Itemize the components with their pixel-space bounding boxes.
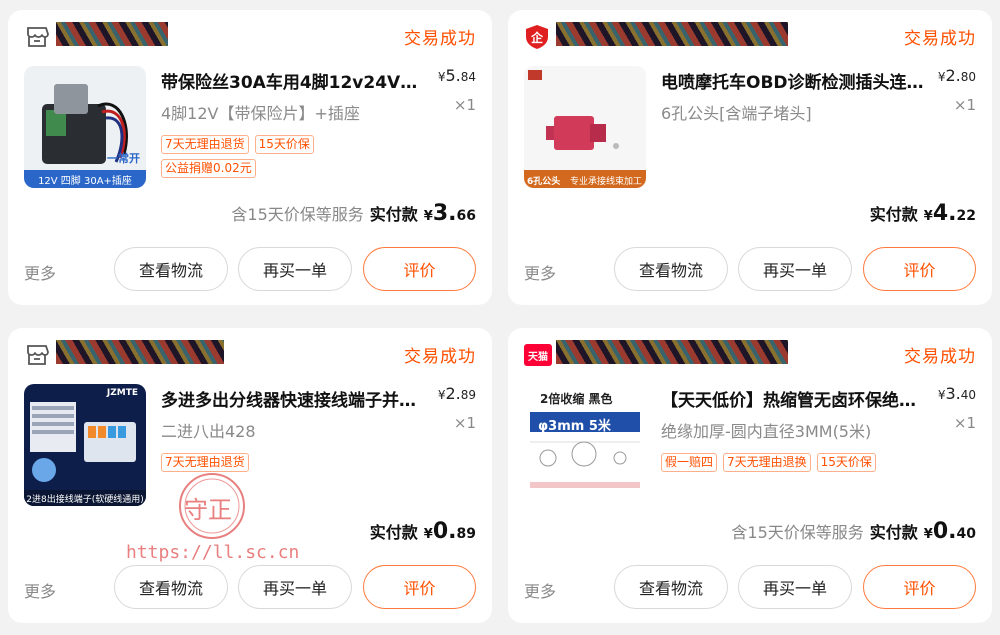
quantity: ×1 <box>453 96 476 114</box>
product-spec: 二进八出428 <box>161 422 256 441</box>
unit-price: ¥2.80 <box>937 66 976 85</box>
paid-label: 实付款 <box>369 523 418 542</box>
view-logistics-button[interactable]: 查看物流 <box>614 247 728 291</box>
order-status: 交易成功 <box>904 347 976 367</box>
product-thumbnail[interactable]: 6孔公头 专业承接线束加工 <box>524 66 646 188</box>
product-title[interactable]: 带保险丝30A车用4脚12v24V汽车继电器 <box>161 68 427 93</box>
more-button[interactable]: 更多 <box>24 578 56 602</box>
thumb-caption: 专业承接线束加工 <box>570 177 643 187</box>
order-card[interactable]: 企 交易成功 6孔公头 专业承接线束加工 电喷摩托车OBD诊断检测插头连接器 ¥… <box>508 10 992 305</box>
thumb-tag: φ3mm 5米 <box>538 419 611 434</box>
unit-price: ¥3.40 <box>937 384 976 403</box>
paid-amount: ¥3.66 <box>423 201 476 226</box>
thumb-caption: 2进8出接线端子(软硬线通用) <box>26 495 144 505</box>
product-title[interactable]: 【天天低价】热缩管无卤环保绝缘套管 <box>661 386 927 411</box>
total-row: 含15天价保等服务 实付款 ¥0.40 <box>731 519 976 544</box>
order-status: 交易成功 <box>404 347 476 367</box>
total-row: 实付款 ¥0.89 <box>370 519 476 544</box>
product-spec: 绝缘加厚-圆内直径3MM(5米) <box>661 422 872 441</box>
product-spec: 6孔公头[含端子堵头] <box>661 104 812 123</box>
service-tag: 公益捐赠0.02元 <box>161 159 256 178</box>
quantity: ×1 <box>953 414 976 432</box>
thumb-tag: JZMTE <box>106 388 138 398</box>
tmall-icon[interactable]: 天猫 <box>524 342 552 368</box>
service-note: 含15天价保等服务 <box>231 205 364 224</box>
order-card[interactable]: 交易成功 JZMTE 2进8出接线端子(软硬线通用) 多进多出分线器快速接线端子… <box>8 328 492 623</box>
order-status: 交易成功 <box>404 29 476 49</box>
paid-label: 实付款 <box>869 523 918 542</box>
order-card[interactable]: 交易成功 一常开 12V 四脚 30A+插座 带保险丝30A车用4脚12v24V… <box>8 10 492 305</box>
service-tag: 7天无理由退货 <box>161 135 249 154</box>
review-button[interactable]: 评价 <box>863 247 976 291</box>
paid-amount: ¥0.89 <box>423 519 476 544</box>
service-note: 含15天价保等服务 <box>731 523 864 542</box>
service-tag: 7天无理由退货 <box>161 453 249 472</box>
product-title[interactable]: 电喷摩托车OBD诊断检测插头连接器 <box>661 68 927 93</box>
paid-amount: ¥4.22 <box>923 201 976 226</box>
service-tags: 假一赔四 7天无理由退换 15天价保 <box>661 453 901 472</box>
store-icon[interactable] <box>24 342 50 368</box>
quantity: ×1 <box>953 96 976 114</box>
total-row: 实付款 ¥4.22 <box>870 201 976 226</box>
product-thumbnail[interactable]: 一常开 12V 四脚 30A+插座 <box>24 66 146 188</box>
unit-price: ¥2.89 <box>437 384 476 403</box>
store-name-banner[interactable] <box>56 22 168 46</box>
order-status: 交易成功 <box>904 29 976 49</box>
more-button[interactable]: 更多 <box>524 578 556 602</box>
product-spec: 4脚12V【带保险片】+插座 <box>161 104 360 123</box>
review-button[interactable]: 评价 <box>363 247 476 291</box>
store-icon[interactable] <box>24 24 50 50</box>
service-tag: 15天价保 <box>254 135 314 154</box>
quantity: ×1 <box>453 414 476 432</box>
order-card[interactable]: 天猫 交易成功 2倍收缩 黑色 φ3mm 5米 【天天低价】热缩管无卤环保绝缘套… <box>508 328 992 623</box>
product-thumbnail[interactable]: JZMTE 2进8出接线端子(软硬线通用) <box>24 384 146 506</box>
store-name-banner[interactable] <box>556 340 788 364</box>
enterprise-icon-label: 企 <box>530 31 543 45</box>
thumb-tag: 一常开 <box>107 152 140 165</box>
service-tags: 7天无理由退货 15天价保 公益捐赠0.02元 <box>161 135 401 178</box>
store-name-banner[interactable] <box>56 340 224 364</box>
view-logistics-button[interactable]: 查看物流 <box>614 565 728 609</box>
paid-label: 实付款 <box>369 205 418 224</box>
service-tags: 7天无理由退货 <box>161 453 401 472</box>
paid-amount: ¥0.40 <box>923 519 976 544</box>
review-button[interactable]: 评价 <box>363 565 476 609</box>
total-row: 含15天价保等服务 实付款 ¥3.66 <box>231 201 476 226</box>
more-button[interactable]: 更多 <box>524 260 556 284</box>
review-button[interactable]: 评价 <box>863 565 976 609</box>
more-button[interactable]: 更多 <box>24 260 56 284</box>
unit-price: ¥5.84 <box>437 66 476 85</box>
thumb-caption: 12V 四脚 30A+插座 <box>38 176 132 187</box>
product-thumbnail[interactable]: 2倍收缩 黑色 φ3mm 5米 <box>524 384 646 506</box>
buy-again-button[interactable]: 再买一单 <box>738 565 852 609</box>
service-tag: 15天价保 <box>816 453 876 472</box>
buy-again-button[interactable]: 再买一单 <box>738 247 852 291</box>
view-logistics-button[interactable]: 查看物流 <box>114 247 228 291</box>
tmall-icon-label: 天猫 <box>528 352 548 363</box>
buy-again-button[interactable]: 再买一单 <box>238 565 352 609</box>
paid-label: 实付款 <box>869 205 918 224</box>
thumb-caption: 2倍收缩 黑色 <box>540 392 613 406</box>
thumb-tag: 6孔公头 <box>527 177 561 187</box>
service-tag: 7天无理由退换 <box>723 453 811 472</box>
enterprise-icon[interactable]: 企 <box>524 24 550 50</box>
product-title[interactable]: 多进多出分线器快速接线端子并线器 <box>161 386 427 411</box>
store-name-banner[interactable] <box>556 22 788 46</box>
service-tag: 假一赔四 <box>661 453 718 472</box>
view-logistics-button[interactable]: 查看物流 <box>114 565 228 609</box>
buy-again-button[interactable]: 再买一单 <box>238 247 352 291</box>
